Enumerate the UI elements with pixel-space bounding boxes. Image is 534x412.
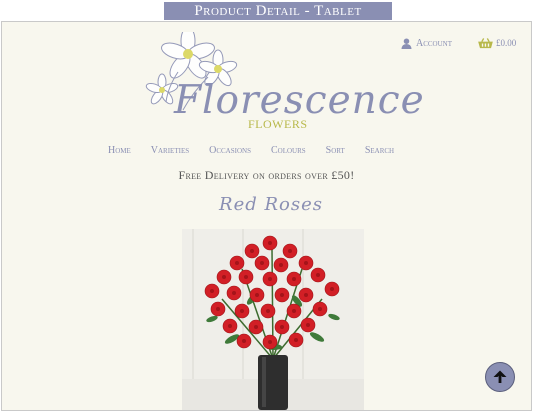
- nav-item-occasions[interactable]: Occasions: [209, 145, 251, 156]
- main-nav: Home Varieties Occasions Colours Sort Se…: [108, 145, 414, 156]
- product-image: [182, 229, 364, 410]
- nav-item-sort[interactable]: Sort: [326, 145, 345, 156]
- cart-link[interactable]: £0.00: [478, 36, 516, 50]
- delivery-promo: Free Delivery on orders over £50!: [178, 168, 355, 182]
- arrow-up-icon: [493, 370, 507, 383]
- user-icon: [401, 37, 412, 49]
- nav-item-varieties[interactable]: Varieties: [151, 145, 189, 156]
- account-link[interactable]: Account: [401, 36, 452, 50]
- nav-item-colours[interactable]: Colours: [271, 145, 306, 156]
- basket-icon: [478, 37, 493, 48]
- page-frame: Florescence FLOWERS Account £0.00 Home V…: [1, 21, 532, 411]
- cart-amount: £0.00: [496, 38, 517, 48]
- nav-item-home[interactable]: Home: [108, 145, 131, 156]
- account-label: Account: [416, 37, 453, 49]
- brand-subtitle: FLOWERS: [248, 117, 308, 131]
- product-title: Red Roses: [219, 194, 323, 215]
- scroll-to-top-button[interactable]: [485, 362, 515, 392]
- page-banner: Product Detail - Tablet: [164, 2, 392, 20]
- nav-item-search[interactable]: Search: [365, 145, 394, 156]
